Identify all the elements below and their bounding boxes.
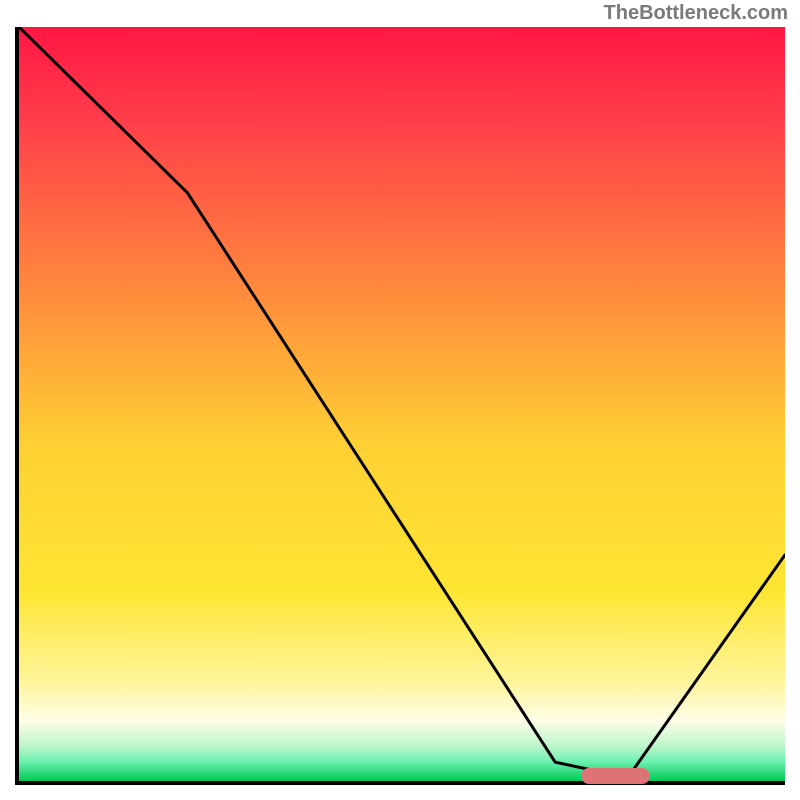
optimal-range-marker — [581, 768, 650, 784]
bottleneck-curve — [19, 27, 785, 781]
plot-area — [15, 27, 785, 785]
attribution-text: TheBottleneck.com — [604, 2, 788, 25]
